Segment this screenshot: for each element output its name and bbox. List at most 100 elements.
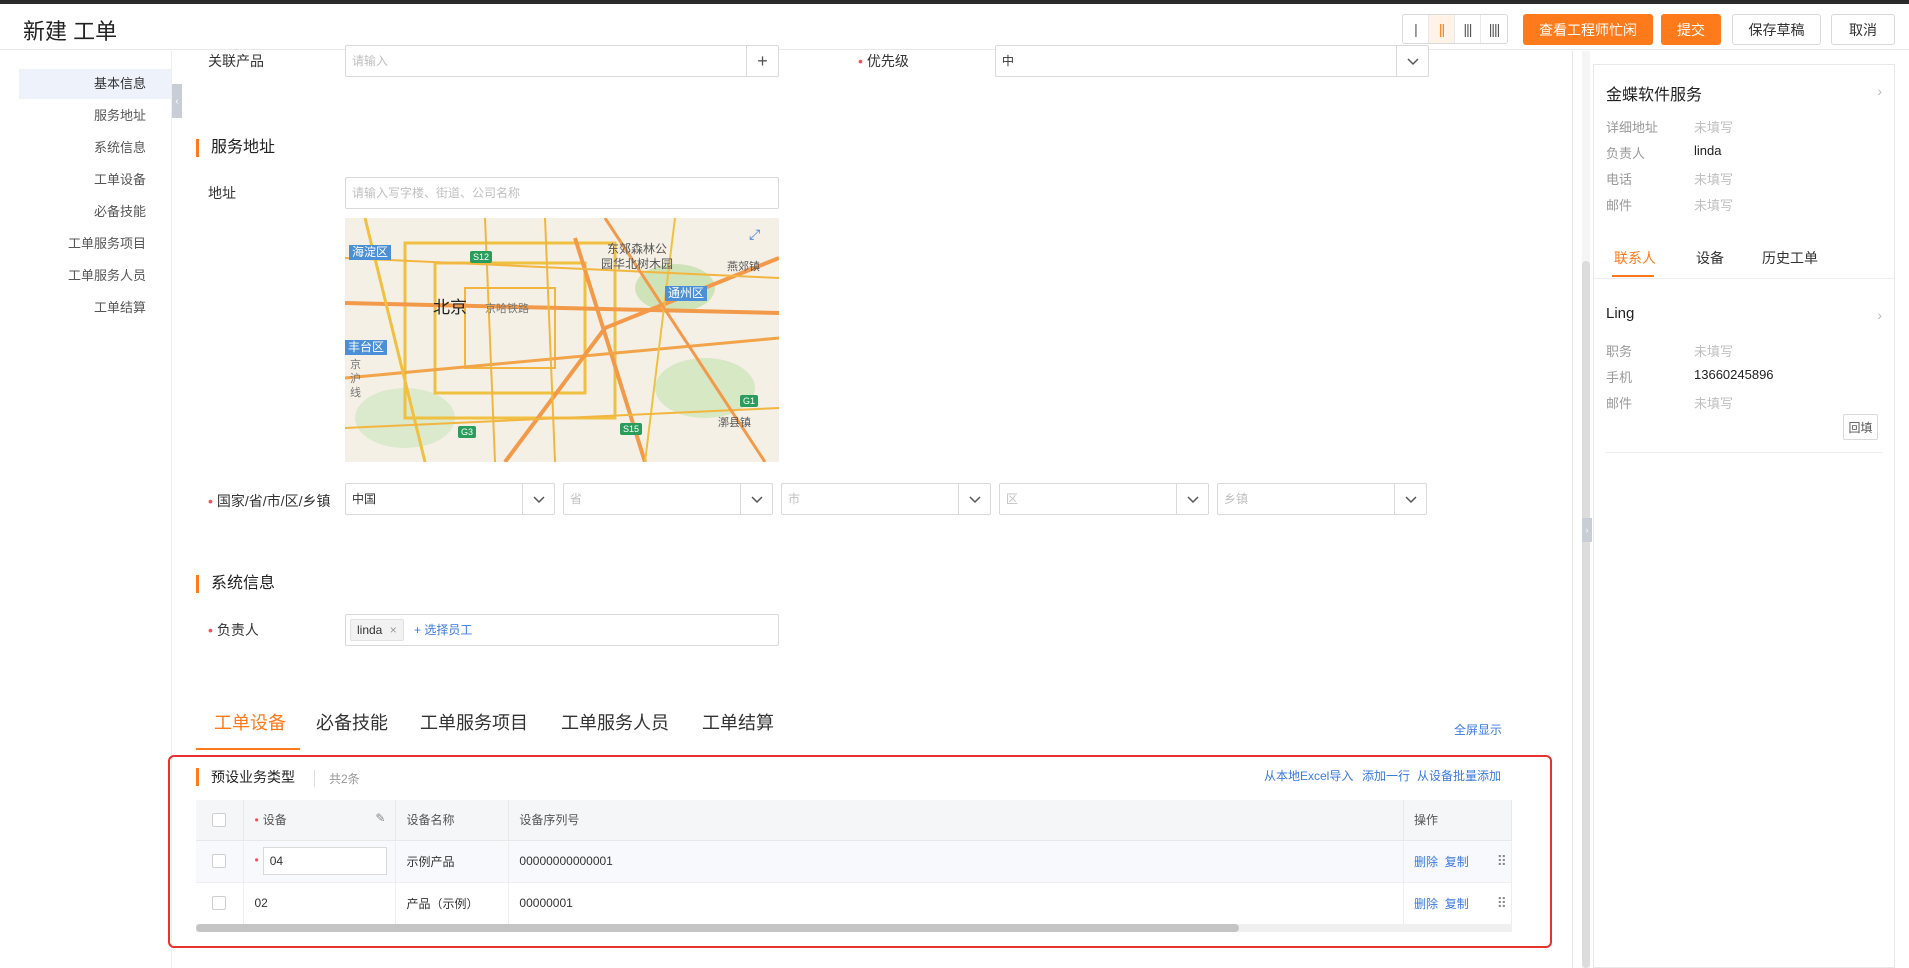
province-select[interactable]: 省 [563, 483, 773, 515]
country-value: 中国 [352, 492, 377, 506]
copy-row-link[interactable]: 复制 [1445, 855, 1469, 869]
copy-row-link[interactable]: 复制 [1445, 897, 1469, 911]
layout-4-column-button[interactable]: |||| [1481, 15, 1507, 43]
nav-item-service-address[interactable]: 服务地址 [0, 101, 146, 131]
page-title: 新建 工单 [23, 19, 118, 44]
edit-icon[interactable]: ✎ [375, 811, 385, 825]
device-input[interactable]: 04 [262, 847, 387, 875]
contact-field-value: 未填写 [1694, 344, 1734, 359]
device-name-cell: 示例产品 [395, 840, 510, 883]
tab-required-skills[interactable]: 必备技能 [316, 709, 388, 735]
contact-field-key: 手机 [1606, 370, 1633, 385]
city-select[interactable]: 市 [781, 483, 991, 515]
tab-history-tickets[interactable]: 历史工单 [1762, 248, 1818, 268]
map-place-yanjiao: 燕郊镇 [727, 261, 760, 273]
related-product-placeholder: 请输入 [352, 54, 389, 68]
serial-cell: 00000001 [508, 882, 1404, 925]
delete-row-link[interactable]: 删除 [1414, 855, 1438, 869]
row-checkbox[interactable] [212, 896, 226, 911]
tab-ticket-devices[interactable]: 工单设备 [214, 709, 286, 735]
add-icon[interactable]: + [746, 46, 778, 76]
device-cell[interactable]: 02 [243, 882, 397, 925]
tab-devices[interactable]: 设备 [1696, 248, 1724, 268]
nav-item-required-skills[interactable]: 必备技能 [0, 197, 146, 227]
nav-item-ticket-devices[interactable]: 工单设备 [0, 165, 146, 195]
drag-handle-icon[interactable]: ⠿ [1497, 895, 1507, 912]
map-place-jinghu: 京沪线 [350, 359, 361, 399]
nav-item-system-info[interactable]: 系统信息 [0, 133, 146, 163]
town-select[interactable]: 乡镇 [1217, 483, 1427, 515]
remove-tag-icon[interactable]: × [390, 623, 397, 637]
active-tab-indicator [196, 748, 300, 750]
chevron-down-icon [522, 484, 554, 514]
contact-name[interactable]: Ling [1606, 305, 1634, 322]
tab-service-staff[interactable]: 工单服务人员 [561, 709, 669, 735]
section-nav: 基本信息 服务地址 系统信息 工单设备 必备技能 工单服务项目 工单服务人员 工… [0, 51, 172, 968]
row-checkbox-cell [196, 882, 245, 925]
owner-label: • 负责人 [208, 622, 259, 638]
row-checkbox-cell [196, 840, 245, 883]
drag-handle-icon[interactable]: ⠿ [1497, 853, 1507, 870]
country-select[interactable]: 中国 [345, 483, 555, 515]
main-vertical-scrollbar[interactable] [1582, 51, 1590, 968]
table-header-row: • 设备 ✎ 设备名称 设备序列号 操作 [196, 800, 1512, 841]
collapse-nav-handle[interactable]: ‹ [172, 84, 182, 118]
owner-field[interactable]: linda × + 选择员工 [345, 614, 779, 646]
map-road-g1: G1 [740, 395, 759, 407]
layout-2-column-button[interactable]: || [1429, 15, 1455, 43]
map-road-g3: G3 [458, 426, 477, 438]
chevron-right-icon[interactable]: › [1877, 307, 1882, 323]
row-checkbox[interactable] [212, 854, 226, 869]
district-placeholder: 区 [1006, 492, 1019, 506]
nav-item-settlement[interactable]: 工单结算 [0, 293, 146, 323]
chevron-down-icon [1176, 484, 1208, 514]
chevron-right-icon[interactable]: › [1877, 83, 1882, 99]
map-area-tongzhou: 通州区 [665, 286, 708, 301]
customer-field-key: 电话 [1606, 172, 1633, 187]
scrollbar-thumb[interactable] [196, 924, 1239, 932]
map-place-park-2: 园华北树木园 [601, 257, 674, 271]
customer-name[interactable]: 金蝶软件服务 [1606, 81, 1702, 105]
select-all-checkbox[interactable] [212, 813, 226, 828]
batch-add-link[interactable]: 从设备批量添加 [1417, 767, 1501, 784]
select-employee-link[interactable]: + 选择员工 [414, 615, 472, 645]
tab-divider [1594, 278, 1894, 279]
save-draft-button[interactable]: 保存草稿 [1732, 14, 1821, 45]
tab-contacts[interactable]: 联系人 [1614, 248, 1656, 268]
tab-settlement[interactable]: 工单结算 [702, 709, 774, 735]
delete-row-link[interactable]: 删除 [1414, 897, 1438, 911]
map-fullscreen-icon[interactable]: ⤢ [749, 226, 760, 243]
scrollbar-thumb[interactable] [1582, 261, 1590, 968]
fullscreen-link[interactable]: 全屏显示 [1454, 721, 1502, 738]
view-engineer-availability-button[interactable]: 查看工程师忙闲 [1523, 14, 1653, 45]
contact-divider [1606, 452, 1882, 453]
related-product-input[interactable]: 请输入 + [345, 45, 779, 77]
add-row-link[interactable]: 添加一行 [1362, 767, 1410, 784]
priority-select[interactable]: 中 [995, 45, 1429, 77]
toggle-side-panel-handle[interactable]: › [1582, 518, 1592, 542]
serial-cell: 00000000000001 [508, 840, 1404, 883]
nav-item-basic-info[interactable]: 基本信息 [19, 69, 171, 99]
chevron-down-icon [740, 484, 772, 514]
district-select[interactable]: 区 [999, 483, 1209, 515]
table-row: 02 产品（示例） 00000001 删除 复制 ⠿ [196, 882, 1512, 925]
address-map[interactable]: 北京 海淀区 通州区 丰台区 东郊森林公 园华北树木园 燕郊镇 漷县镇 京哈铁路… [345, 218, 779, 462]
tab-service-items[interactable]: 工单服务项目 [420, 709, 528, 735]
customer-side-panel: 金蝶软件服务 › 详细地址 未填写 负责人 linda 电话 未填写 邮件 未填… [1593, 64, 1895, 968]
nav-item-service-staff[interactable]: 工单服务人员 [0, 261, 146, 291]
address-input[interactable]: 请输入写字楼、街道、公司名称 [345, 177, 779, 209]
backfill-button[interactable]: 回填 [1843, 414, 1878, 440]
table-horizontal-scrollbar[interactable] [196, 924, 1512, 932]
cancel-button[interactable]: 取消 [1831, 14, 1895, 45]
submit-button[interactable]: 提交 [1661, 14, 1721, 45]
nav-item-service-items[interactable]: 工单服务项目 [0, 229, 146, 259]
layout-1-column-button[interactable]: | [1403, 15, 1429, 43]
device-cell: • 04 [243, 840, 397, 883]
customer-field-value: 未填写 [1694, 198, 1734, 213]
region-label-text: 国家/省/市/区/乡镇 [216, 493, 331, 509]
import-excel-link[interactable]: 从本地Excel导入 [1264, 767, 1353, 784]
contact-field-value: 13660245896 [1694, 367, 1774, 382]
owner-tag: linda × [350, 619, 404, 641]
layout-3-column-button[interactable]: ||| [1455, 15, 1481, 43]
table-row: • 04 示例产品 00000000000001 删除 复制 ⠿ [196, 840, 1512, 883]
